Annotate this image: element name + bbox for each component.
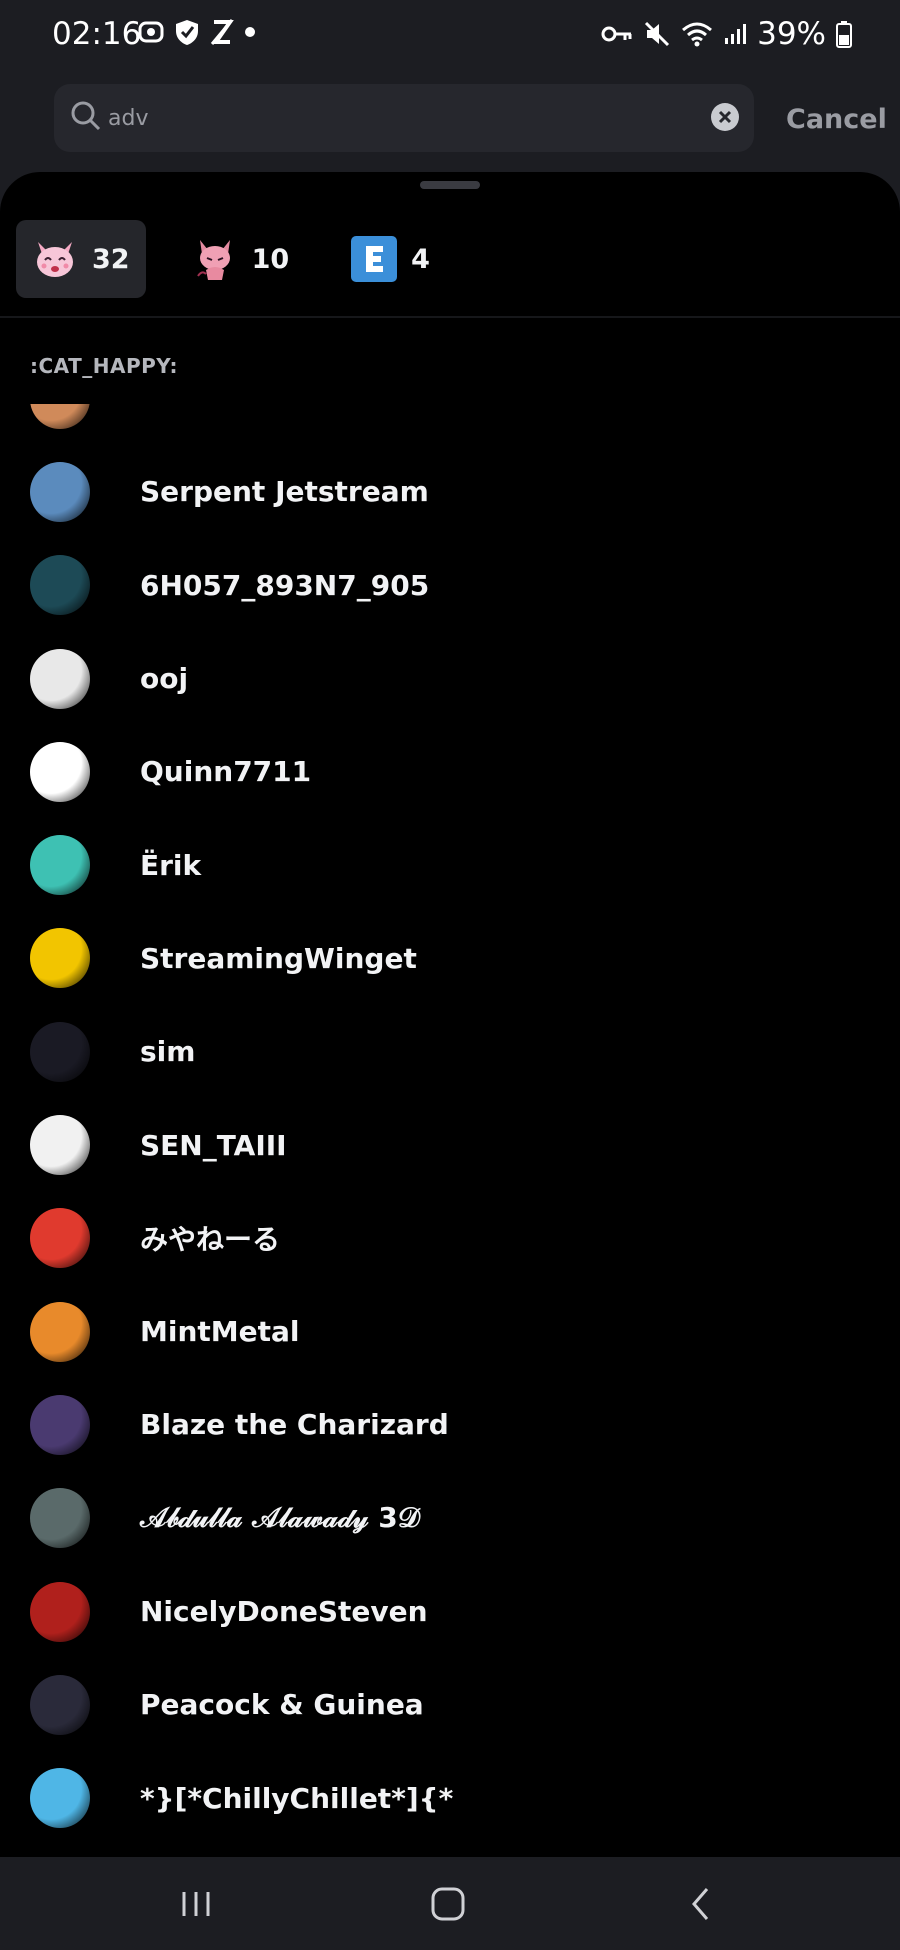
- user-name: 6H057_893N7_905: [140, 568, 430, 602]
- user-name: MintMetal: [140, 1315, 300, 1349]
- reaction-count: 10: [251, 243, 290, 275]
- cancel-button[interactable]: Cancel: [786, 104, 887, 135]
- back-icon: [692, 1888, 709, 1920]
- user-name: 𝒜𝒷𝒹𝓊𝓁𝓁𝒶 𝒜𝓁𝒶𝓌𝒶𝒹𝓎 3𝒟: [140, 1501, 421, 1535]
- user-row[interactable]: Ërik: [0, 818, 900, 911]
- tabs-divider: [0, 316, 900, 318]
- user-row[interactable]: Quinn7711: [0, 725, 900, 818]
- user-row[interactable]: sim: [0, 1005, 900, 1098]
- reactions-sheet: 32 10 4 :CAT_HAPPY: Serpent Jetstream 6H0…: [0, 172, 900, 1857]
- back-button[interactable]: [677, 1879, 727, 1929]
- reaction-tab-cat-happy[interactable]: 32: [16, 220, 146, 298]
- user-row[interactable]: 6H057_893N7_905: [0, 539, 900, 632]
- user-name: Serpent Jetstream: [140, 475, 429, 509]
- status-left-icons: [138, 18, 256, 46]
- user-avatar[interactable]: [30, 1394, 90, 1455]
- section-label: :CAT_HAPPY:: [30, 354, 179, 378]
- mute-icon: [645, 21, 670, 47]
- dot-icon: [245, 27, 255, 37]
- user-row[interactable]: Peacock & Guinea: [0, 1658, 900, 1751]
- home-icon: [431, 1887, 465, 1921]
- user-avatar[interactable]: [30, 1674, 90, 1735]
- battery-icon: [836, 21, 852, 48]
- user-list-inner: Serpent Jetstream 6H057_893N7_905ooj Quinn…: [0, 404, 900, 1845]
- system-nav-bar: [0, 1857, 900, 1950]
- sheet-drag-handle[interactable]: [420, 181, 480, 189]
- user-row[interactable]: SEN_TAIII: [0, 1098, 900, 1191]
- home-button[interactable]: [423, 1879, 473, 1929]
- user-name: Ërik: [140, 848, 202, 882]
- signal-icon: [725, 24, 747, 44]
- letter-e-emoji-icon: [351, 236, 398, 282]
- battery-percent: 39%: [757, 16, 826, 52]
- search-header: Cancel: [0, 70, 900, 172]
- user-name: みやねーる: [140, 1223, 281, 1257]
- user-row[interactable]: NicelyDoneSteven: [0, 1565, 900, 1658]
- user-row[interactable]: みやねーる: [0, 1192, 900, 1285]
- user-avatar[interactable]: [30, 1115, 90, 1176]
- user-avatar[interactable]: [30, 461, 90, 522]
- user-row[interactable]: *}[*ChillyChillet*]{*: [0, 1751, 900, 1844]
- recent-apps-button[interactable]: [171, 1879, 221, 1929]
- user-avatar[interactable]: [30, 404, 90, 429]
- reaction-count: 32: [92, 243, 130, 275]
- reaction-count: 4: [411, 243, 430, 275]
- reaction-tabs: 32 10 4: [16, 220, 446, 298]
- search-icon: [71, 101, 101, 131]
- key-icon: [601, 26, 632, 42]
- search-box[interactable]: [54, 84, 754, 152]
- user-name: NicelyDoneSteven: [140, 1595, 428, 1628]
- user-name: StreamingWinget: [140, 941, 417, 975]
- search-input[interactable]: [108, 102, 668, 134]
- shield-icon: [176, 20, 198, 45]
- user-avatar[interactable]: [30, 1488, 90, 1549]
- user-name: Blaze the Charizard: [140, 1408, 449, 1442]
- reaction-tab-letter-e[interactable]: 4: [335, 220, 446, 298]
- user-name: sim: [140, 1035, 196, 1069]
- user-row[interactable]: Serpent Jetstream: [0, 445, 900, 538]
- user-avatar[interactable]: [30, 741, 90, 802]
- wifi-icon: [682, 22, 713, 47]
- user-avatar[interactable]: [30, 1768, 90, 1829]
- user-avatar[interactable]: [30, 1301, 90, 1362]
- reaction-tab-cat-devil[interactable]: 10: [176, 220, 306, 298]
- user-row[interactable]: StreamingWinget: [0, 912, 900, 1005]
- user-name: *}[*ChillyChillet*]{*: [140, 1781, 454, 1815]
- cat-happy-emoji-icon: [37, 242, 73, 277]
- user-row[interactable]: Blaze the Charizard: [0, 1378, 900, 1471]
- clear-search-icon[interactable]: [710, 102, 740, 132]
- user-avatar[interactable]: [30, 1581, 90, 1642]
- user-name: Quinn7711: [140, 755, 312, 789]
- user-avatar[interactable]: [30, 1021, 90, 1082]
- user-avatar[interactable]: [30, 835, 90, 896]
- user-name: SEN_TAIII: [140, 1128, 287, 1162]
- user-list[interactable]: Serpent Jetstream 6H057_893N7_905ooj Quinn…: [0, 404, 900, 1857]
- user-name: Peacock & Guinea: [140, 1688, 424, 1722]
- user-row[interactable]: MintMetal: [0, 1285, 900, 1378]
- status-bar: 02:16 39%: [0, 0, 900, 70]
- user-row[interactable]: ooj: [0, 632, 900, 725]
- user-avatar[interactable]: [30, 648, 90, 709]
- user-avatar[interactable]: [30, 1208, 90, 1269]
- status-time: 02:16: [52, 16, 142, 52]
- status-right-icons: 39%: [601, 16, 852, 52]
- cat-devil-emoji-icon: [196, 240, 230, 280]
- record-icon: [138, 21, 164, 43]
- no-sync-icon: [210, 19, 234, 45]
- user-row[interactable]: 𝒜𝒷𝒹𝓊𝓁𝓁𝒶 𝒜𝓁𝒶𝓌𝒶𝒹𝓎 3𝒟: [0, 1472, 900, 1565]
- user-avatar[interactable]: [30, 555, 90, 616]
- user-name: ooj: [140, 662, 189, 696]
- recent-apps-icon: [182, 1892, 210, 1916]
- user-row[interactable]: [0, 404, 900, 445]
- user-avatar[interactable]: [30, 928, 90, 989]
